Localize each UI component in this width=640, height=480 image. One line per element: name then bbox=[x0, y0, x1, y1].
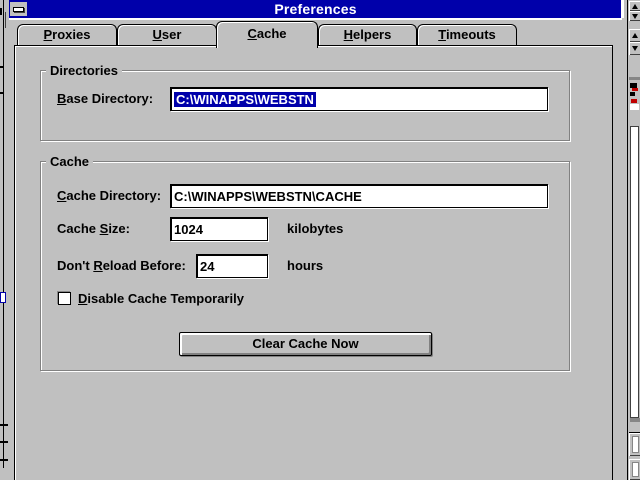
background-content-fragment bbox=[630, 104, 639, 110]
background-window-edge bbox=[3, 0, 4, 292]
button-face bbox=[632, 436, 639, 452]
cache-group-title: Cache bbox=[46, 154, 93, 169]
background-window-fragment bbox=[0, 292, 6, 303]
dont-reload-label: Don't Reload Before: bbox=[57, 259, 186, 273]
selected-text: C:\WINAPPS\WEBSTN bbox=[174, 92, 316, 107]
screen: Preferences Proxies User Cache Helpers T… bbox=[0, 0, 640, 480]
cache-directory-label: Cache Directory: bbox=[57, 189, 161, 203]
tab-timeouts[interactable]: Timeouts bbox=[417, 24, 517, 45]
background-window-edge bbox=[5, 12, 6, 28]
background-window-notch bbox=[0, 8, 2, 15]
background-content-fragment bbox=[630, 92, 635, 96]
tab-proxies[interactable]: Proxies bbox=[17, 24, 117, 45]
triangle-up-icon bbox=[632, 33, 638, 38]
disable-cache-label[interactable]: Disable Cache Temporarily bbox=[78, 292, 244, 306]
scrollbar-button[interactable] bbox=[629, 459, 640, 480]
directories-group-title: Directories bbox=[46, 63, 122, 78]
background-content-fragment bbox=[632, 88, 638, 91]
spin-up-button[interactable] bbox=[629, 1, 640, 11]
triangle-down-icon bbox=[632, 46, 638, 51]
cache-size-unit: kilobytes bbox=[287, 222, 343, 236]
clear-cache-now-button[interactable]: Clear Cache Now bbox=[179, 332, 432, 356]
background-window-edge bbox=[3, 303, 4, 468]
dont-reload-input[interactable]: 24 bbox=[196, 254, 268, 278]
cache-directory-input[interactable]: C:\WINAPPS\WEBSTN\CACHE bbox=[170, 184, 548, 208]
background-window-tick bbox=[0, 92, 4, 94]
cache-size-label: Cache Size: bbox=[57, 222, 130, 236]
scrollbar-shadow bbox=[630, 418, 640, 422]
background-content-fragment bbox=[629, 77, 640, 80]
spin-down-button[interactable] bbox=[629, 42, 640, 55]
base-directory-label: Base Directory: bbox=[57, 92, 153, 106]
title-bar-edge bbox=[9, 18, 622, 20]
spin-up-button[interactable] bbox=[629, 29, 640, 42]
background-content-fragment bbox=[631, 99, 637, 103]
system-menu-dash-icon bbox=[13, 7, 24, 12]
button-face bbox=[632, 462, 639, 477]
tab-cache[interactable]: Cache bbox=[216, 21, 318, 48]
disable-cache-checkbox[interactable] bbox=[58, 292, 71, 305]
background-window-tick bbox=[0, 66, 4, 68]
tab-helpers[interactable]: Helpers bbox=[318, 24, 417, 45]
triangle-down-icon bbox=[632, 14, 638, 19]
base-directory-input[interactable]: C:\WINAPPS\WEBSTN bbox=[170, 87, 548, 111]
window-title: Preferences bbox=[9, 1, 622, 18]
cache-size-input[interactable]: 1024 bbox=[170, 217, 268, 241]
tab-user[interactable]: User bbox=[117, 24, 217, 45]
scrollbar-track[interactable] bbox=[630, 126, 639, 418]
triangle-up-icon bbox=[632, 4, 638, 9]
spin-down-button[interactable] bbox=[629, 11, 640, 21]
system-menu-button[interactable] bbox=[10, 2, 27, 16]
dont-reload-unit: hours bbox=[287, 259, 323, 273]
background-window-scrollbar bbox=[627, 0, 640, 480]
scrollbar-button[interactable] bbox=[629, 432, 640, 456]
